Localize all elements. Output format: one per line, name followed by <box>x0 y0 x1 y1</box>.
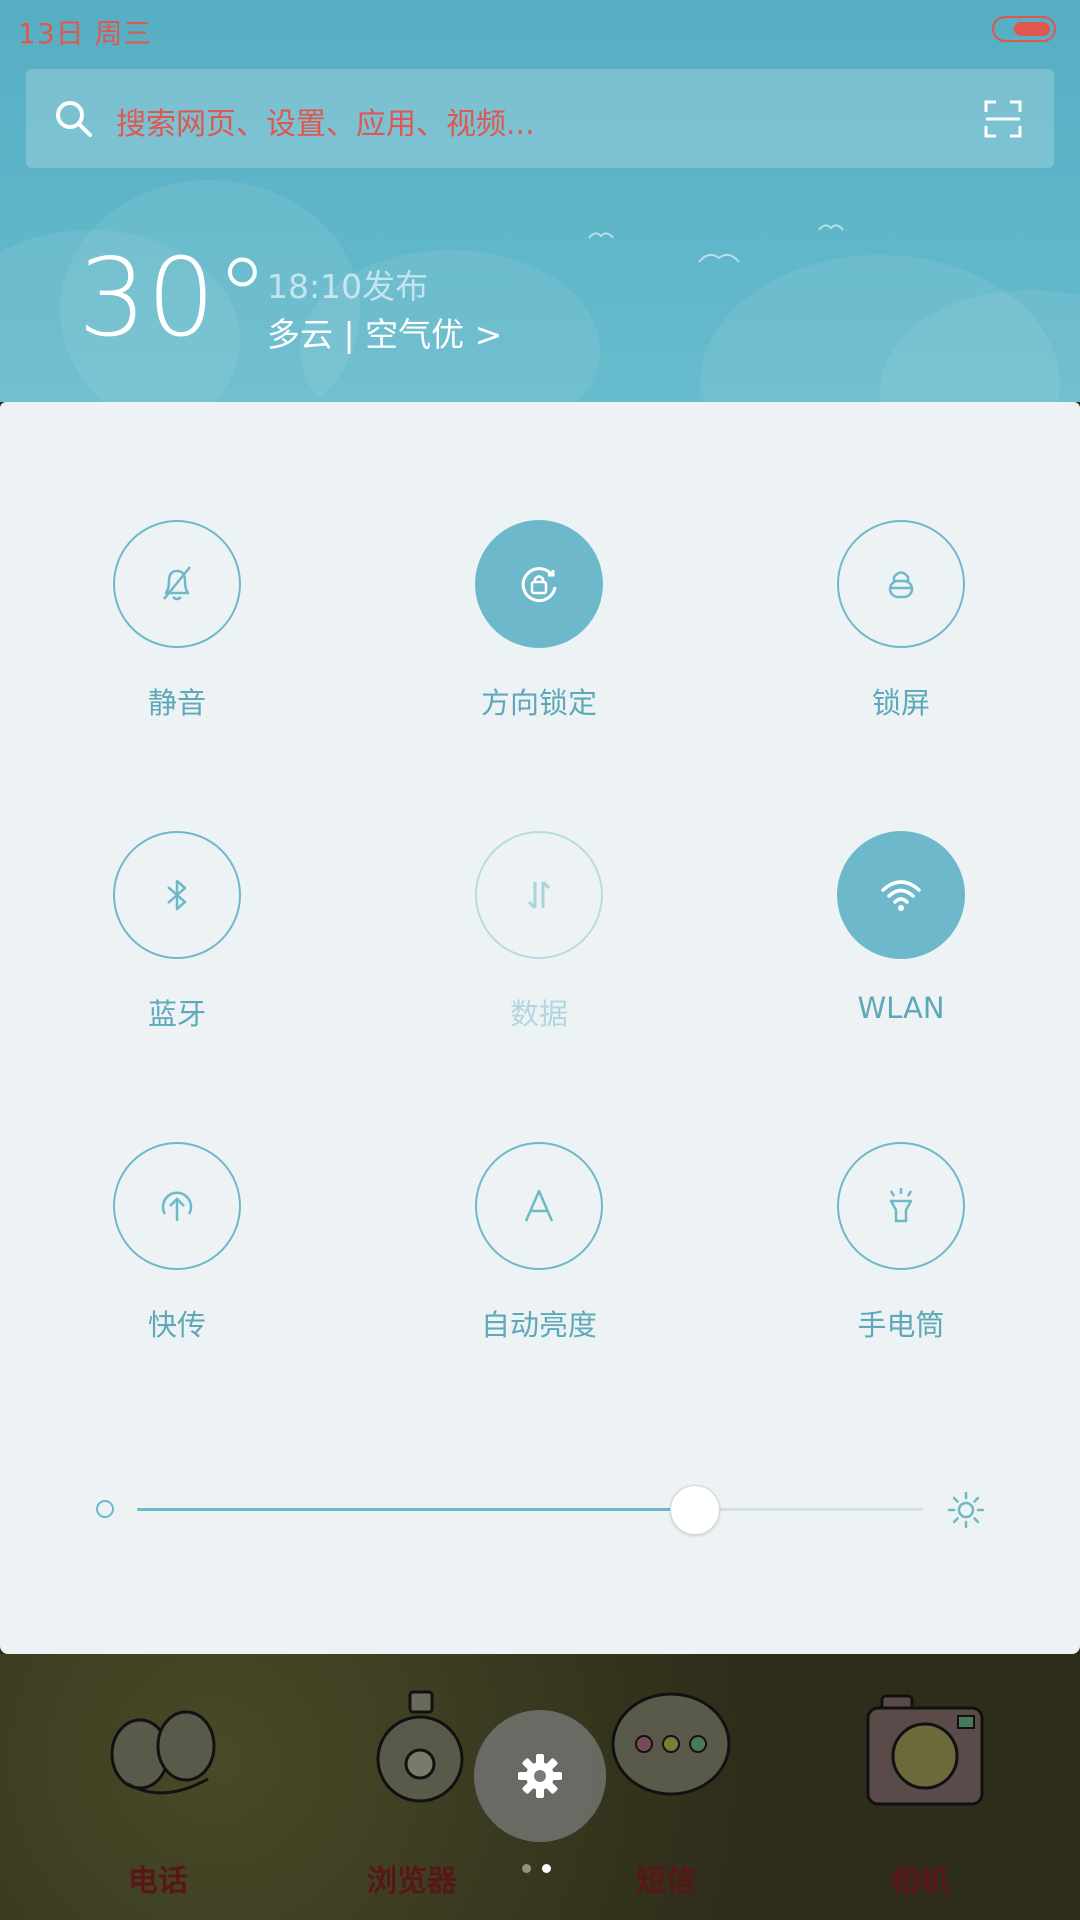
app-label: 短信 <box>636 1864 696 1899</box>
brightness-high-icon <box>947 1491 985 1529</box>
toggle-label: 手电筒 <box>857 1308 945 1342</box>
toggle-label: 静音 <box>147 686 206 720</box>
toggle-mobile-data[interactable]: 数据 <box>429 831 649 1031</box>
browser-app-icon <box>376 1690 464 1803</box>
page-dot <box>542 1864 551 1873</box>
toggle-label: 蓝牙 <box>147 997 206 1031</box>
toggle-label: WLAN <box>857 991 945 1025</box>
toggle-lock-screen[interactable]: 锁屏 <box>791 520 1011 720</box>
temperature[interactable]: 30° <box>78 245 269 353</box>
bird-decoration <box>588 232 614 239</box>
app-camera[interactable]: 相机 <box>820 1654 1020 1920</box>
quick-settings-panel: 静音 方向锁定 锁屏 蓝牙 数据 WLAN 快传 自动亮度 手电筒 <box>0 402 1080 1654</box>
toggle-bluetooth[interactable]: 蓝牙 <box>67 831 287 1031</box>
gear-icon <box>518 1754 562 1798</box>
lock-icon <box>888 571 914 599</box>
settings-button[interactable] <box>474 1710 606 1842</box>
page-dot <box>522 1864 531 1873</box>
toggle-quick-share[interactable]: 快传 <box>67 1142 287 1342</box>
messages-app-icon <box>611 1692 731 1796</box>
brightness-low-icon <box>96 1500 114 1518</box>
app-label: 浏览器 <box>367 1864 457 1899</box>
toggle-flashlight[interactable]: 手电筒 <box>791 1142 1011 1342</box>
app-label: 电话 <box>128 1864 188 1899</box>
status-date: 13日 周三 <box>18 17 153 50</box>
brightness-slider[interactable] <box>137 1508 923 1511</box>
bird-decoration <box>698 253 740 263</box>
toggle-label: 自动亮度 <box>480 1308 597 1342</box>
search-icon <box>56 101 92 137</box>
bird-decoration <box>818 224 844 231</box>
bluetooth-icon <box>167 879 187 911</box>
toggle-silent[interactable]: 静音 <box>67 520 287 720</box>
toggle-rotation-lock[interactable]: 方向锁定 <box>429 520 649 720</box>
wifi-icon <box>881 880 921 911</box>
toggle-label: 数据 <box>509 997 568 1031</box>
toggle-label: 方向锁定 <box>480 686 597 720</box>
battery-icon <box>992 16 1056 42</box>
camera-app-icon <box>866 1694 984 1806</box>
toggle-label: 快传 <box>147 1308 206 1342</box>
brightness-slider-thumb[interactable] <box>670 1485 721 1535</box>
flashlight-icon <box>889 1188 913 1223</box>
bell-off-icon <box>163 566 191 601</box>
weather-description[interactable]: 多云 | 空气优 > <box>267 308 502 356</box>
app-phone[interactable]: 电话 <box>58 1654 258 1920</box>
search-bar[interactable]: 搜索网页、设置、应用、视频... <box>26 69 1054 168</box>
toggle-label: 锁屏 <box>871 686 930 720</box>
weather-header: 13日 周三 搜索网页、设置、应用、视频... 30° 18:10发布 多云 |… <box>0 0 1080 402</box>
rotation-lock-icon <box>521 567 557 603</box>
auto-brightness-icon <box>524 1189 554 1222</box>
weather-publish-time: 18:10发布 <box>267 267 429 306</box>
mobile-data-icon <box>527 880 551 910</box>
toggle-auto-brightness[interactable]: 自动亮度 <box>429 1142 649 1342</box>
quick-share-icon <box>161 1191 193 1221</box>
search-input[interactable]: 搜索网页、设置、应用、视频... <box>116 99 535 143</box>
phone-app-icon <box>110 1710 216 1795</box>
app-label: 相机 <box>890 1864 950 1899</box>
toggle-wlan[interactable]: WLAN <box>791 831 1011 1031</box>
scan-icon[interactable] <box>984 100 1022 138</box>
